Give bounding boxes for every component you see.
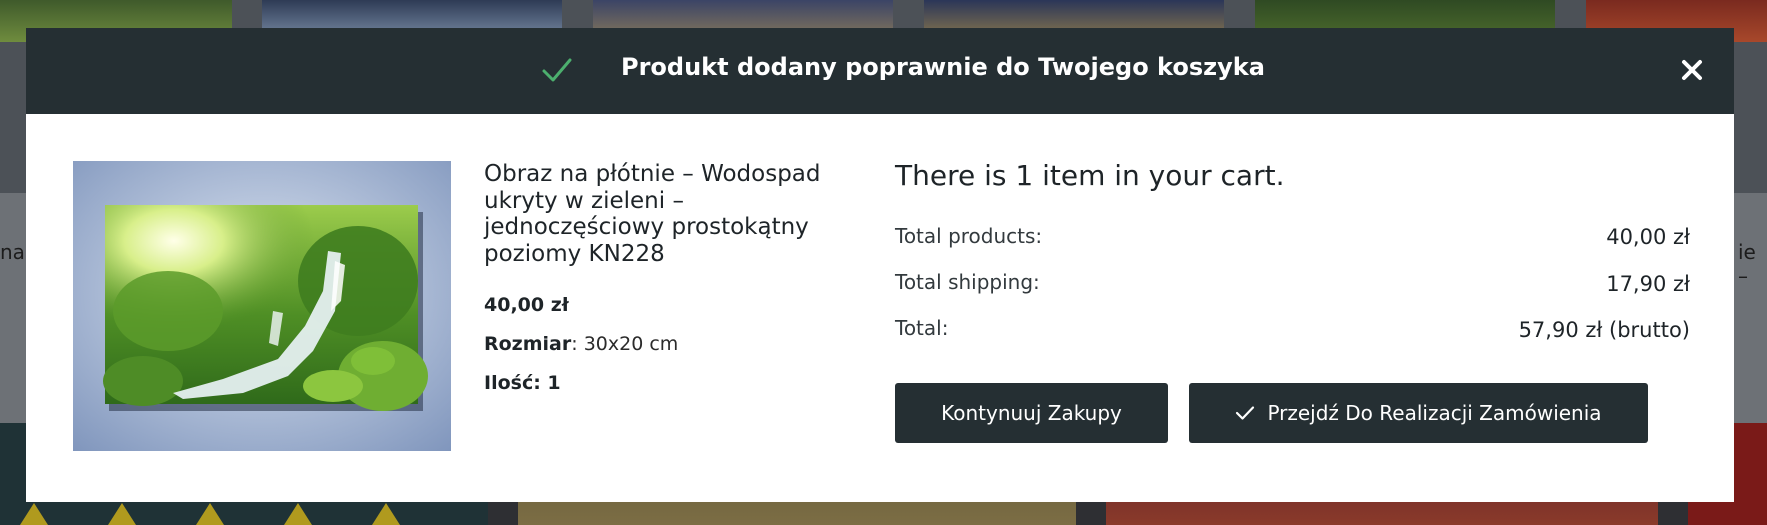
continue-shopping-button[interactable]: Kontynuuj Zakupy [895, 383, 1168, 443]
proceed-to-checkout-button[interactable]: Przejdź Do Realizacji Zamówienia [1189, 383, 1648, 443]
product-size-value: : 30x20 cm [571, 333, 679, 355]
continue-shopping-label: Kontynuuj Zakupy [941, 401, 1122, 425]
close-icon[interactable] [1680, 58, 1704, 82]
total-shipping-value: 17,90 zł [1606, 272, 1690, 296]
product-price: 40,00 zł [484, 294, 569, 316]
total-products-label: Total products: [895, 224, 1043, 248]
product-image [73, 161, 451, 451]
modal-header: Produkt dodany poprawnie do Twojego kosz… [26, 28, 1734, 114]
proceed-to-checkout-label: Przejdź Do Realizacji Zamówienia [1267, 401, 1602, 425]
product-name: Obraz na płótnie – Wodospad ukryty w zie… [484, 161, 821, 267]
check-icon [1236, 406, 1255, 420]
total-products-value: 40,00 zł [1606, 225, 1690, 249]
total-shipping-label: Total shipping: [895, 270, 1040, 294]
decorative-triangle [196, 503, 224, 525]
decorative-triangle [108, 503, 136, 525]
product-quantity: Ilość: 1 [484, 372, 561, 394]
cart-summary-heading: There is 1 item in your cart. [895, 159, 1285, 192]
check-icon [542, 58, 572, 82]
total-value: 57,90 zł (brutto) [1518, 318, 1690, 342]
total-label: Total: [895, 316, 949, 340]
decorative-triangle [20, 503, 48, 525]
modal-title: Produkt dodany poprawnie do Twojego kosz… [621, 53, 1265, 81]
decorative-triangle [372, 503, 400, 525]
decorative-triangle [284, 503, 312, 525]
product-size: Rozmiar: 30x20 cm [484, 333, 678, 355]
background-edge-text-right: ie – [1738, 240, 1756, 288]
product-size-label: Rozmiar [484, 333, 572, 355]
cart-confirmation-modal: Produkt dodany poprawnie do Twojego kosz… [26, 28, 1734, 502]
background-edge-text-left: na [0, 240, 25, 264]
